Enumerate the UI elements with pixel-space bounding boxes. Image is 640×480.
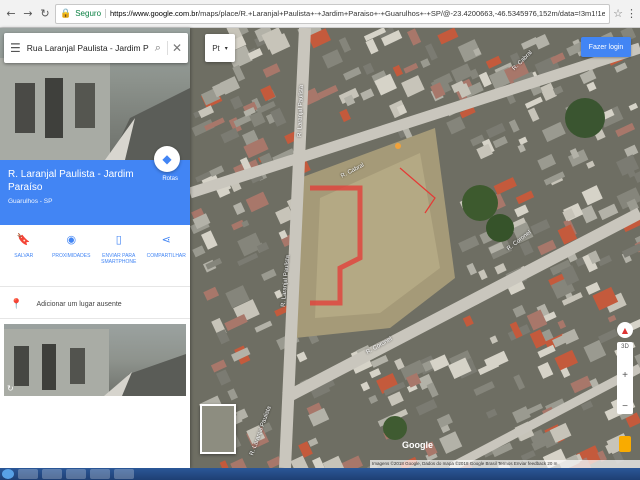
rotate-360-icon: ↻ <box>7 384 14 393</box>
address-bar[interactable]: 🔒 Seguro https://www.google.com.br/maps/… <box>55 3 611 24</box>
action-label: ENVIAR PARA SMARTPHONE <box>101 253 137 265</box>
pin-icon: 📍 <box>10 298 23 310</box>
pegman-icon[interactable] <box>619 436 631 452</box>
taskbar-app[interactable] <box>90 469 110 479</box>
action-label: SALVAR <box>14 253 34 259</box>
browser-toolbar: ← → ↻ 🔒 Seguro https://www.google.com.br… <box>0 0 640 28</box>
screen: ← → ↻ 🔒 Seguro https://www.google.com.br… <box>0 0 640 480</box>
street-view-thumbnail[interactable]: ↻ <box>4 324 186 396</box>
satellite-toggle[interactable] <box>200 404 236 454</box>
search-input[interactable]: Rua Laranjal Paulista - Jardim Pa <box>27 43 149 53</box>
divider <box>0 286 190 287</box>
reload-icon[interactable]: ↻ <box>38 7 52 21</box>
bookmark-icon: 🔖 <box>16 233 31 246</box>
language-label: Pt <box>212 43 220 53</box>
zoom-controls: 3D + − <box>617 342 633 414</box>
map-attribution[interactable]: Imagens ©2018 Google, Dados do mapa ©201… <box>370 460 640 468</box>
tree-cluster <box>486 214 514 242</box>
search-box[interactable]: ☰ Rua Laranjal Paulista - Jardim Pa ⌕ ✕ <box>4 33 188 63</box>
url-host: https://www.google.com.br <box>110 9 198 18</box>
secure-label: Seguro <box>75 9 107 18</box>
send-to-phone-icon: ▯ <box>115 233 122 246</box>
back-icon[interactable]: ← <box>4 7 18 21</box>
zoom-out-button[interactable]: − <box>622 401 628 412</box>
url-text: https://www.google.com.br/maps/place/R.+… <box>110 9 605 18</box>
url-path: /maps/place/R.+Laranjal+Paulista+-+Jardi… <box>197 9 606 18</box>
save-button[interactable]: 🔖 SALVAR <box>0 233 48 283</box>
bookmark-star-icon[interactable]: ☆ <box>613 7 623 20</box>
thumbnail-art <box>4 329 186 396</box>
forward-icon[interactable]: → <box>21 7 35 21</box>
search-icon[interactable]: ⌕ <box>155 41 161 55</box>
chevron-down-icon: ▾ <box>224 45 228 52</box>
compass-icon[interactable]: ▲ <box>617 322 633 338</box>
google-logo: Google <box>402 440 433 450</box>
map-canvas <box>190 28 640 468</box>
browser-menu-icon[interactable]: ⋮ <box>626 7 637 20</box>
send-to-phone-button[interactable]: ▯ ENVIAR PARA SMARTPHONE <box>95 233 143 283</box>
directions-label: Rotas <box>162 176 178 182</box>
taskbar-app[interactable] <box>114 469 134 479</box>
taskbar <box>0 468 640 480</box>
action-label: COMPARTILHAR <box>146 253 186 259</box>
sign-in-button[interactable]: Fazer login <box>581 37 631 57</box>
divider <box>0 318 190 319</box>
close-icon[interactable]: ✕ <box>166 41 182 55</box>
directions-icon: ◆ <box>162 152 172 166</box>
taskbar-app[interactable] <box>66 469 86 479</box>
action-label: PROXIMIDADES <box>52 253 91 259</box>
lock-icon: 🔒 <box>60 8 72 19</box>
place-panel: ☰ Rua Laranjal Paulista - Jardim Pa ⌕ ✕ … <box>0 28 190 468</box>
tree-cluster <box>565 98 605 138</box>
tilt-3d-button[interactable]: 3D <box>621 344 629 350</box>
language-selector[interactable]: Pt ▾ <box>205 34 235 62</box>
tree-cluster <box>462 185 498 221</box>
satellite-map[interactable]: R. Cabral R. Cabral R. Laranjal Paulista… <box>190 28 640 468</box>
taskbar-app[interactable] <box>42 469 62 479</box>
share-icon: ⋖ <box>161 233 171 246</box>
place-subtitle: Guarulhos - SP <box>8 198 53 205</box>
nearby-icon: ◉ <box>66 233 77 246</box>
menu-icon[interactable]: ☰ <box>10 41 21 55</box>
add-missing-place[interactable]: 📍 Adicionar um lugar ausente <box>0 293 190 315</box>
place-title: R. Laranjal Paulista - Jardim Paraíso <box>8 169 134 193</box>
nearby-button[interactable]: ◉ PROXIMIDADES <box>48 233 96 283</box>
taskbar-app[interactable] <box>18 469 38 479</box>
tree-cluster <box>383 416 407 440</box>
zoom-in-button[interactable]: + <box>622 370 628 381</box>
start-button[interactable] <box>2 469 14 479</box>
directions-button[interactable]: ◆ <box>154 146 180 172</box>
action-row: 🔖 SALVAR ◉ PROXIMIDADES ▯ ENVIAR PARA SM… <box>0 233 190 283</box>
place-header: R. Laranjal Paulista - Jardim Paraíso Gu… <box>0 146 190 225</box>
place-marker <box>395 143 401 149</box>
share-button[interactable]: ⋖ COMPARTILHAR <box>143 233 191 283</box>
add-place-label: Adicionar um lugar ausente <box>36 300 122 308</box>
